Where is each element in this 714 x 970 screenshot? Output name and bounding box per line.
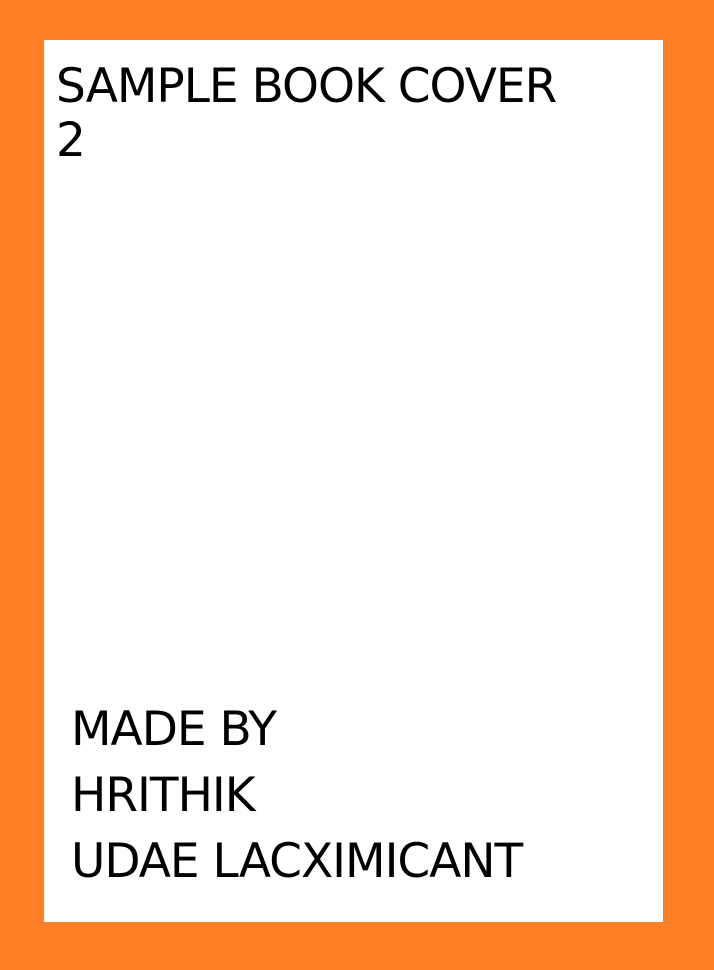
credit-author-first-name: HRITHIK: [71, 768, 256, 823]
book-cover: SAMPLE BOOK COVER 2 MADE BY HRITHIK UDAE…: [0, 0, 714, 970]
credit-made-by: MADE BY: [71, 702, 277, 757]
cover-credits: MADE BY HRITHIK UDAE LACXIMICANT: [71, 697, 651, 895]
cover-title-line-2: 2: [56, 113, 86, 168]
cover-title-line-1: SAMPLE BOOK COVER: [56, 59, 557, 114]
cover-panel: SAMPLE BOOK COVER 2 MADE BY HRITHIK UDAE…: [44, 40, 663, 922]
credit-author-last-name: UDAE LACXIMICANT: [71, 834, 523, 889]
cover-title: SAMPLE BOOK COVER 2: [56, 60, 646, 168]
